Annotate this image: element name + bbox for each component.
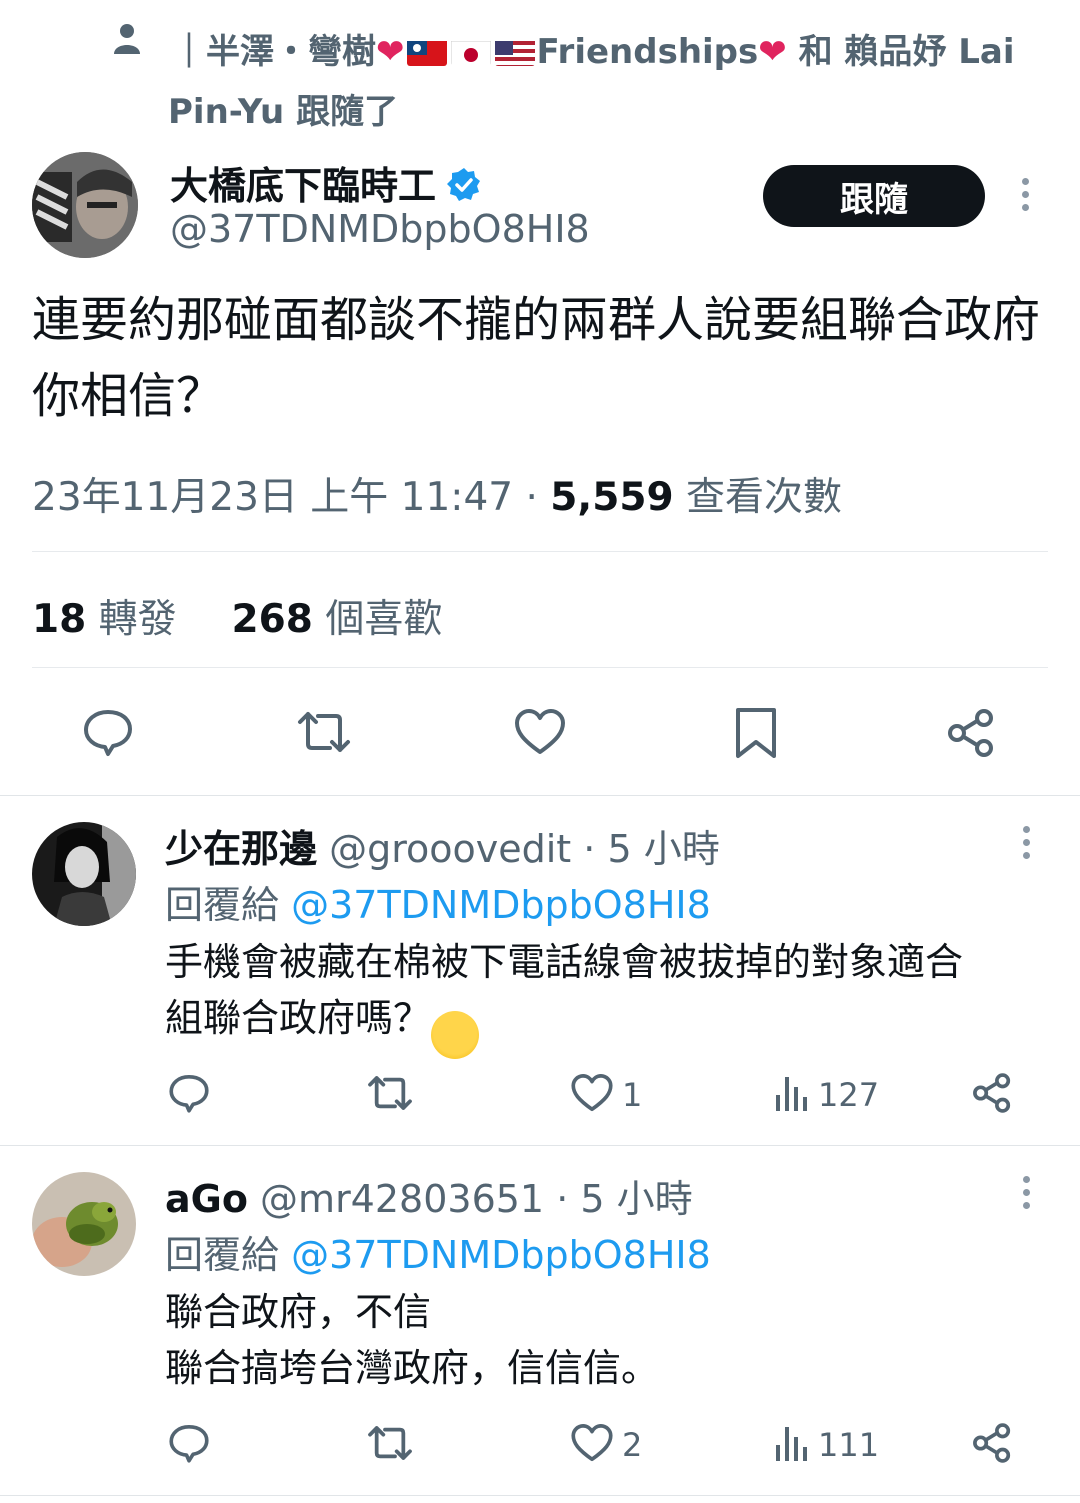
views-icon — [774, 1423, 810, 1467]
more-options-icon[interactable] — [1021, 826, 1031, 859]
like-button[interactable]: 1 — [570, 1073, 642, 1117]
reply-to-handle[interactable]: @37TDNMDbpbO8HI8 — [291, 1233, 711, 1277]
tweet-text: 連要約那碰面都談不攏的兩群人說要組聯合政府你相信？ — [32, 292, 1041, 424]
social-context-tail: 和 賴品妤 Lai — [786, 32, 1015, 72]
social-context-friendships: Friendships — [536, 32, 759, 72]
views-button[interactable]: 111 — [774, 1423, 879, 1467]
share-icon[interactable] — [944, 706, 998, 760]
heart-emoji: ❤ — [758, 32, 787, 72]
like-icon[interactable] — [513, 708, 567, 756]
person-icon — [112, 22, 142, 56]
reply-icon[interactable] — [82, 706, 134, 758]
divider — [0, 795, 1080, 796]
reply-time[interactable]: · 5 小時 — [571, 827, 719, 871]
avatar[interactable] — [32, 152, 138, 258]
reply-text-line: 手機會被藏在棉被下電話線會被拔掉的對象適合 — [165, 940, 964, 984]
author-name-text: 大橋底下臨時工 — [170, 164, 437, 208]
divider — [32, 667, 1048, 668]
author-name[interactable]: 大橋底下臨時工 — [170, 155, 482, 210]
reply-text-line: 聯合搞垮台灣政府，信信信。 — [165, 1346, 660, 1390]
views-button[interactable]: 127 — [774, 1073, 879, 1117]
reply-to-handle[interactable]: @37TDNMDbpbO8HI8 — [291, 883, 711, 927]
views-count: 127 — [818, 1076, 880, 1114]
japan-flag-icon — [450, 38, 491, 66]
usa-flag-icon — [494, 38, 535, 66]
retweet-icon[interactable] — [296, 708, 352, 756]
social-context[interactable]: ｜半澤・彎樹❤ Friendships❤ 和 賴品妤 Lai — [172, 24, 1015, 73]
views-count: 111 — [818, 1426, 880, 1464]
like-button[interactable]: 2 — [570, 1423, 642, 1467]
reply-text-line: 聯合政府，不信 — [165, 1290, 432, 1334]
more-options-icon[interactable] — [1020, 178, 1030, 211]
reply-icon[interactable] — [168, 1072, 210, 1118]
divider — [0, 1145, 1080, 1146]
like-count: 1 — [622, 1076, 643, 1114]
reply-author-name[interactable]: 少在那邊 — [165, 827, 317, 871]
verified-badge-icon — [446, 167, 482, 203]
retweet-icon[interactable] — [366, 1073, 414, 1117]
like-icon — [570, 1073, 614, 1117]
share-icon[interactable] — [970, 1071, 1014, 1119]
avatar[interactable] — [32, 1172, 136, 1276]
reply-text-line: 組聯合政府嗎？ — [165, 996, 432, 1040]
engagement-stats: 18 轉發 268 個喜歡 — [32, 588, 442, 644]
reply-to: 回覆給 @37TDNMDbpbO8HI8 — [165, 1224, 711, 1279]
reply-author-handle[interactable]: @mr42803651 — [260, 1177, 544, 1221]
divider — [32, 551, 1048, 552]
retweets-label: 轉發 — [86, 597, 177, 642]
bookmark-icon[interactable] — [734, 706, 778, 760]
retweets-count: 18 — [32, 597, 87, 642]
author-handle[interactable]: @37TDNMDbpbO8HI8 — [170, 207, 590, 251]
social-context-prefix: ｜半澤・彎樹 — [172, 32, 376, 72]
like-icon — [570, 1423, 614, 1467]
share-icon[interactable] — [970, 1421, 1014, 1469]
more-options-icon[interactable] — [1021, 1176, 1031, 1209]
avatar[interactable] — [32, 822, 136, 926]
tweet-timestamp[interactable]: 23年11月23日 上午 11:47 — [32, 475, 513, 520]
reply-header: 少在那邊 @grooovedit · 5 小時 — [165, 818, 720, 873]
reply-text: 聯合政府，不信 聯合搞垮台灣政府，信信信。 — [165, 1284, 1055, 1396]
reply-to: 回覆給 @37TDNMDbpbO8HI8 — [165, 874, 711, 929]
social-context-line2[interactable]: Pin-Yu 跟隨了 — [168, 84, 398, 133]
views-icon — [774, 1073, 810, 1117]
divider — [0, 1495, 1080, 1496]
likes-label: 個喜歡 — [312, 597, 443, 642]
follow-button[interactable]: 跟隨 — [763, 165, 985, 227]
reply-to-label: 回覆給 — [165, 1233, 292, 1277]
reply-author-name[interactable]: aGo — [165, 1177, 248, 1221]
heart-emoji: ❤ — [376, 32, 405, 72]
like-count: 2 — [622, 1426, 643, 1464]
meta-separator: · — [513, 475, 551, 520]
likes-count: 268 — [231, 597, 313, 642]
reply-author-handle[interactable]: @grooovedit — [329, 827, 571, 871]
retweet-icon[interactable] — [366, 1423, 414, 1467]
reply-header: aGo @mr42803651 · 5 小時 — [165, 1168, 693, 1223]
reply-to-label: 回覆給 — [165, 883, 292, 927]
reply-icon[interactable] — [168, 1422, 210, 1468]
pleading-face-emoji: 🥹 — [431, 1011, 480, 1059]
taiwan-flag-icon — [406, 38, 447, 66]
reply-time[interactable]: · 5 小時 — [544, 1177, 692, 1221]
likes-stat[interactable]: 268 個喜歡 — [232, 597, 443, 642]
reply-text: 手機會被藏在棉被下電話線會被拔掉的對象適合 組聯合政府嗎？🥹 — [165, 934, 1055, 1059]
retweets-stat[interactable]: 18 轉發 — [32, 597, 177, 642]
views-count: 5,559 — [550, 475, 674, 520]
tweet-meta: 23年11月23日 上午 11:47 · 5,559 查看次數 — [32, 466, 842, 522]
views-label: 查看次數 — [673, 475, 843, 520]
